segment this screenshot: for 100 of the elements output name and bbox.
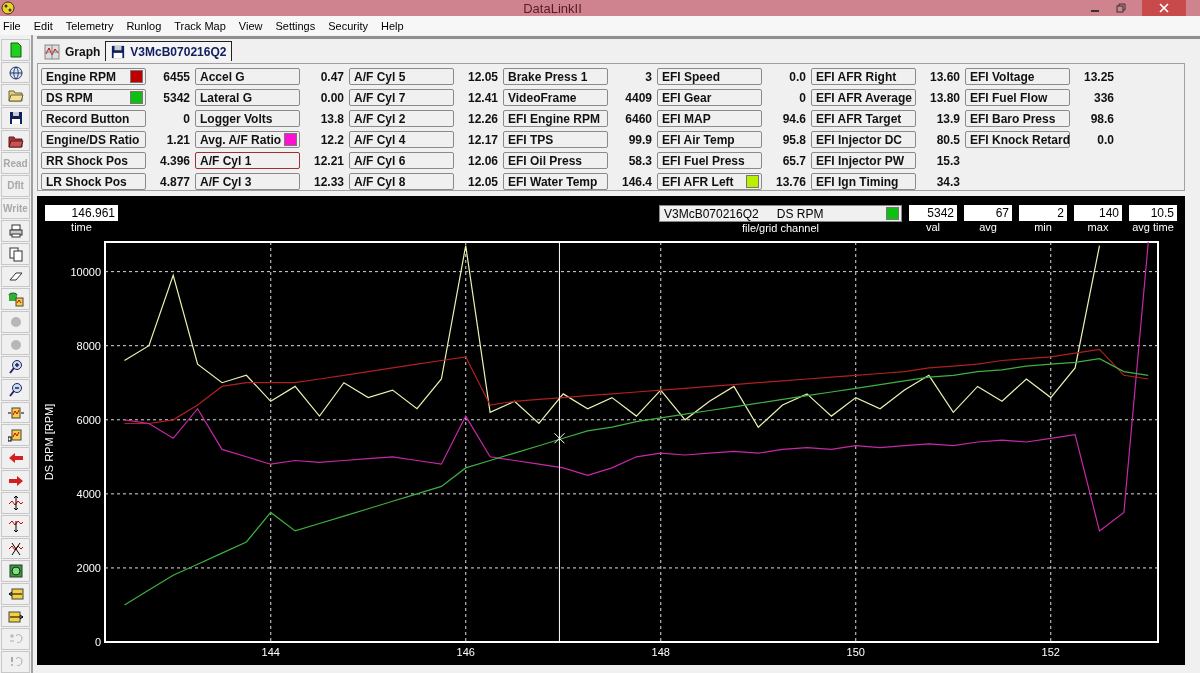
channel-button[interactable]: EFI Injector DC — [811, 131, 916, 148]
stat-field[interactable]: 140 — [1074, 205, 1122, 221]
channel-value: 12.33 — [312, 174, 344, 189]
channel-button[interactable]: EFI MAP — [657, 110, 762, 127]
channel-button[interactable]: EFI Air Temp — [657, 131, 762, 148]
channel-button[interactable]: VideoFrame — [503, 89, 608, 106]
channel-value: 1.21 — [165, 132, 190, 147]
field-label: time — [71, 221, 92, 234]
channel-button[interactable]: EFI AFR Target — [811, 110, 916, 127]
channel-button[interactable]: Record Button — [41, 110, 146, 127]
stat-field[interactable]: 2 — [1019, 205, 1067, 221]
tab[interactable]: Graph — [39, 42, 106, 61]
channel-button[interactable]: EFI Knock Retard — [965, 131, 1070, 148]
channel-button[interactable]: Brake Press 1 — [503, 68, 608, 85]
channel-button[interactable]: EFI Water Temp — [503, 173, 608, 190]
channel-button[interactable]: A/F Cyl 2 — [349, 110, 454, 127]
axis-tick-label: 146 — [456, 646, 475, 658]
badge-icon — [7, 563, 24, 580]
channel-value: 99.9 — [627, 132, 652, 147]
chart-icon — [44, 43, 60, 60]
channel-button[interactable]: Lateral G — [195, 89, 300, 106]
stat-field[interactable]: 67 — [964, 205, 1012, 221]
channel-field[interactable]: V3McB070216Q2 DS RPM — [659, 205, 902, 222]
channel-value: 0.00 — [319, 90, 344, 105]
channel-button[interactable]: Logger Volts — [195, 110, 300, 127]
channel-button[interactable]: A/F Cyl 1 — [195, 152, 300, 169]
document-icon — [7, 41, 24, 58]
menu-item[interactable]: Runlog — [123, 19, 170, 32]
toolbar-button[interactable] — [1, 537, 30, 560]
axis-tick-label: 0 — [94, 636, 101, 648]
channel-button[interactable]: EFI Voltage — [965, 68, 1070, 85]
cursor-line[interactable] — [553, 241, 565, 643]
channel-button[interactable]: EFI Ign Timing — [811, 173, 916, 190]
channel-button[interactable]: EFI Oil Press — [503, 152, 608, 169]
menu-item[interactable]: Settings — [272, 19, 324, 32]
channel-value: 15.3 — [935, 153, 960, 168]
app-icon — [1, 1, 15, 15]
close-icon — [1159, 3, 1169, 13]
channel-value: 12.2 — [319, 132, 344, 147]
channel-button[interactable]: EFI Baro Press — [965, 110, 1070, 127]
menu-item[interactable]: File — [0, 19, 29, 32]
wave-cross-icon — [7, 540, 24, 557]
channel-button[interactable]: LR Shock Pos — [41, 173, 146, 190]
close-button[interactable] — [1142, 0, 1186, 16]
chart-left-icon — [7, 585, 24, 602]
axis-tick-label: 144 — [261, 646, 280, 658]
restore-icon[interactable] — [1116, 3, 1126, 13]
toolbar-button[interactable] — [1, 560, 30, 583]
channel-button[interactable]: RR Shock Pos — [41, 152, 146, 169]
channel-button[interactable]: Engine RPM — [41, 68, 146, 85]
channel-button[interactable]: EFI AFR Right — [811, 68, 916, 85]
channel-value: 3 — [644, 69, 652, 84]
channel-value: 4409 — [624, 90, 652, 105]
tab[interactable]: V3McB070216Q2 — [105, 41, 233, 61]
channel-button[interactable]: EFI Gear — [657, 89, 762, 106]
channel-button[interactable]: EFI Injector PW — [811, 152, 916, 169]
channel-value: 4.877 — [158, 174, 190, 189]
menu-item[interactable]: Security — [325, 19, 376, 32]
channel-button[interactable]: A/F Cyl 3 — [195, 173, 300, 190]
stat-field[interactable]: 10.5 — [1129, 205, 1177, 221]
chart-reset-icon — [7, 427, 24, 444]
toolbar-button[interactable] — [1, 107, 30, 129]
channel-button[interactable]: A/F Cyl 4 — [349, 131, 454, 148]
stat-field[interactable]: 5342 — [909, 205, 957, 221]
channel-button[interactable]: Avg. A/F Ratio — [195, 131, 300, 148]
channel-button[interactable]: EFI Fuel Press — [657, 152, 762, 169]
menu-item[interactable]: View — [235, 19, 271, 32]
channel-value: 0.0 — [788, 69, 806, 84]
toolbar-button[interactable] — [1, 61, 30, 84]
channel-button[interactable]: Accel G — [195, 68, 300, 85]
channel-value: 0.47 — [319, 69, 344, 84]
toolbar-button[interactable] — [1, 356, 30, 379]
channel-value: 5342 — [162, 90, 190, 105]
channel-value: 95.8 — [781, 132, 806, 147]
menu-item[interactable]: Edit — [30, 19, 61, 32]
toolbar-button[interactable] — [1, 379, 30, 401]
channel-button[interactable]: EFI AFR Average — [811, 89, 916, 106]
channel-button[interactable]: A/F Cyl 5 — [349, 68, 454, 85]
channel-value: 6455 — [162, 69, 190, 84]
channel-button[interactable]: EFI AFR Left — [657, 173, 762, 190]
wave-arrows-icon — [7, 495, 24, 512]
channel-value: 13.8 — [319, 111, 344, 126]
menu-item[interactable]: Help — [377, 19, 412, 32]
axis-tick-label: 10000 — [70, 265, 101, 278]
channel-button[interactable]: Engine/DS Ratio — [41, 131, 146, 148]
toolbar-button[interactable] — [1, 129, 30, 152]
time-field[interactable]: 146.961 — [45, 205, 118, 221]
axis-tick-label: 8000 — [76, 339, 101, 352]
menu-item[interactable]: Telemetry — [62, 19, 122, 32]
menu-item[interactable]: Track Map — [171, 19, 234, 32]
channel-button[interactable]: EFI TPS — [503, 131, 608, 148]
channel-button[interactable]: A/F Cyl 8 — [349, 173, 454, 190]
channel-button[interactable]: A/F Cyl 7 — [349, 89, 454, 106]
axis-label: DS RPM [RPM] — [43, 403, 55, 481]
channel-button[interactable]: DS RPM — [41, 89, 146, 106]
channel-button[interactable]: EFI Engine RPM — [503, 110, 608, 127]
channel-button[interactable]: A/F Cyl 6 — [349, 152, 454, 169]
channel-button[interactable]: EFI Speed — [657, 68, 762, 85]
channel-value: 12.05 — [466, 174, 498, 189]
channel-button[interactable]: EFI Fuel Flow — [965, 89, 1070, 106]
